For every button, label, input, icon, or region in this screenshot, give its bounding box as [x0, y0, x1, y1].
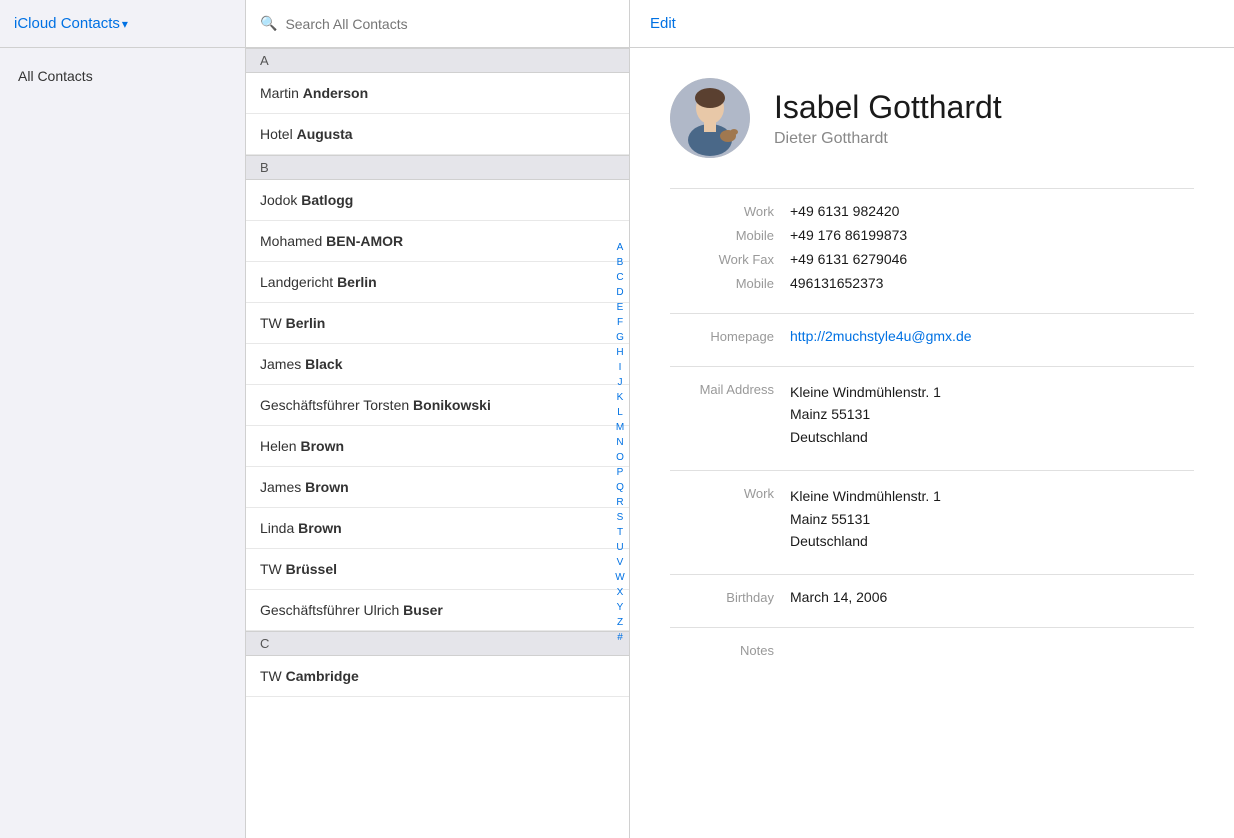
sidebar-item-all-contacts[interactable]: All Contacts — [0, 58, 245, 94]
sidebar: All Contacts — [0, 48, 246, 838]
mail-address-row: Mail Address Kleine Windmühlenstr. 1 Mai… — [670, 381, 1194, 448]
list-item[interactable]: Jodok Batlogg — [246, 180, 629, 221]
alpha-index-C[interactable]: C — [616, 271, 623, 285]
homepage-label: Homepage — [670, 328, 790, 344]
contact-full-name: Isabel Gotthardt — [774, 89, 1002, 126]
search-icon: 🔍 — [260, 15, 277, 32]
work-fax-row: Work Fax +49 6131 6279046 — [670, 251, 1194, 267]
contact-relation: Dieter Gotthardt — [774, 130, 1002, 148]
alpha-index-G[interactable]: G — [616, 331, 624, 345]
alpha-index-A[interactable]: A — [617, 241, 624, 255]
list-item[interactable]: Mohamed BEN-AMOR — [246, 221, 629, 262]
alpha-index-Y[interactable]: Y — [617, 601, 624, 615]
avatar-image — [670, 78, 750, 158]
work-phone-label: Work — [670, 203, 790, 219]
alpha-index-I[interactable]: I — [619, 361, 622, 375]
contact-list: AMartin AndersonHotel AugustaBJodok Batl… — [246, 48, 629, 697]
homepage-value: http://2muchstyle4u@gmx.de — [790, 328, 972, 344]
list-item[interactable]: Helen Brown — [246, 426, 629, 467]
list-item[interactable]: Landgericht Berlin — [246, 262, 629, 303]
mail-address-value: Kleine Windmühlenstr. 1 Mainz 55131 Deut… — [790, 381, 941, 448]
detail-panel: Isabel Gotthardt Dieter Gotthardt Work +… — [630, 48, 1234, 838]
birthday-row: Birthday March 14, 2006 — [670, 589, 1194, 605]
avatar — [670, 78, 750, 158]
alpha-index-E[interactable]: E — [617, 301, 624, 315]
alpha-index-O[interactable]: O — [616, 451, 624, 465]
app-header: iCloud Contacts▾ — [0, 0, 246, 47]
alpha-index-J[interactable]: J — [618, 376, 623, 390]
notes-row: Notes — [670, 642, 1194, 658]
alpha-index-D[interactable]: D — [616, 286, 623, 300]
work-fax-value: +49 6131 6279046 — [790, 251, 907, 267]
work-address-value: Kleine Windmühlenstr. 1 Mainz 55131 Deut… — [790, 485, 941, 552]
alpha-index-B[interactable]: B — [617, 256, 624, 270]
work-phone-value: +49 6131 982420 — [790, 203, 899, 219]
list-item[interactable]: TW Berlin — [246, 303, 629, 344]
birthday-value: March 14, 2006 — [790, 589, 887, 605]
alpha-index-P[interactable]: P — [617, 466, 624, 480]
work-fax-label: Work Fax — [670, 251, 790, 267]
homepage-row: Homepage http://2muchstyle4u@gmx.de — [670, 328, 1194, 344]
search-input[interactable] — [285, 16, 615, 32]
alpha-index-V[interactable]: V — [617, 556, 624, 570]
list-item[interactable]: Linda Brown — [246, 508, 629, 549]
homepage-link[interactable]: http://2muchstyle4u@gmx.de — [790, 328, 972, 344]
contact-list-panel: AMartin AndersonHotel AugustaBJodok Batl… — [246, 48, 630, 838]
search-bar: 🔍 — [246, 0, 630, 47]
alpha-index-T[interactable]: T — [617, 526, 623, 540]
contact-hero: Isabel Gotthardt Dieter Gotthardt — [670, 78, 1194, 158]
alpha-index-W[interactable]: W — [615, 571, 624, 585]
mail-address-section: Mail Address Kleine Windmühlenstr. 1 Mai… — [670, 366, 1194, 470]
alpha-index-#[interactable]: # — [617, 631, 623, 645]
mobile-phone2-value: 496131652373 — [790, 275, 883, 291]
work-address-label: Work — [670, 485, 790, 552]
mobile-phone-label: Mobile — [670, 227, 790, 243]
brand-label: iCloud — [14, 15, 57, 32]
list-item[interactable]: Hotel Augusta — [246, 114, 629, 155]
alpha-index-Q[interactable]: Q — [616, 481, 624, 495]
alpha-index-H[interactable]: H — [616, 346, 623, 360]
module-label[interactable]: Contacts — [61, 15, 120, 32]
alpha-index-M[interactable]: M — [616, 421, 624, 435]
work-phone-row: Work +49 6131 982420 — [670, 203, 1194, 219]
alpha-index-S[interactable]: S — [617, 511, 624, 525]
alpha-index-N[interactable]: N — [616, 436, 623, 450]
contact-name-block: Isabel Gotthardt Dieter Gotthardt — [774, 89, 1002, 148]
list-item[interactable]: Geschäftsführer Torsten Bonikowski — [246, 385, 629, 426]
notes-label: Notes — [670, 642, 790, 658]
mobile-phone2-row: Mobile 496131652373 — [670, 275, 1194, 291]
list-item[interactable]: James Brown — [246, 467, 629, 508]
list-item[interactable]: Geschäftsführer Ulrich Buser — [246, 590, 629, 631]
alpha-index-R[interactable]: R — [616, 496, 623, 510]
homepage-section: Homepage http://2muchstyle4u@gmx.de — [670, 313, 1194, 366]
alpha-index-U[interactable]: U — [616, 541, 623, 555]
alpha-index-L[interactable]: L — [617, 406, 623, 420]
list-item[interactable]: TW Cambridge — [246, 656, 629, 697]
alpha-index-Z[interactable]: Z — [617, 616, 623, 630]
edit-button[interactable]: Edit — [650, 15, 676, 32]
list-item[interactable]: TW Brüssel — [246, 549, 629, 590]
app-title: iCloud Contacts▾ — [14, 15, 128, 32]
list-item[interactable]: James Black — [246, 344, 629, 385]
chevron-down-icon[interactable]: ▾ — [122, 17, 128, 31]
section-header-C: C — [246, 631, 629, 656]
section-header-B: B — [246, 155, 629, 180]
phone-section: Work +49 6131 982420 Mobile +49 176 8619… — [670, 188, 1194, 313]
alpha-index-K[interactable]: K — [617, 391, 624, 405]
birthday-section: Birthday March 14, 2006 — [670, 574, 1194, 627]
birthday-label: Birthday — [670, 589, 790, 605]
section-header-A: A — [246, 48, 629, 73]
mobile-phone-row: Mobile +49 176 86199873 — [670, 227, 1194, 243]
list-item[interactable]: Martin Anderson — [246, 73, 629, 114]
alphabet-index: ABCDEFGHIJKLMNOPQRSTUVWXYZ# — [611, 48, 629, 838]
work-address-row: Work Kleine Windmühlenstr. 1 Mainz 55131… — [670, 485, 1194, 552]
detail-header: Edit — [630, 0, 1234, 47]
alpha-index-F[interactable]: F — [617, 316, 623, 330]
mail-address-label: Mail Address — [670, 381, 790, 448]
notes-section: Notes — [670, 627, 1194, 680]
mobile-phone2-label: Mobile — [670, 275, 790, 291]
mobile-phone-value: +49 176 86199873 — [790, 227, 907, 243]
work-address-section: Work Kleine Windmühlenstr. 1 Mainz 55131… — [670, 470, 1194, 574]
alpha-index-X[interactable]: X — [617, 586, 624, 600]
